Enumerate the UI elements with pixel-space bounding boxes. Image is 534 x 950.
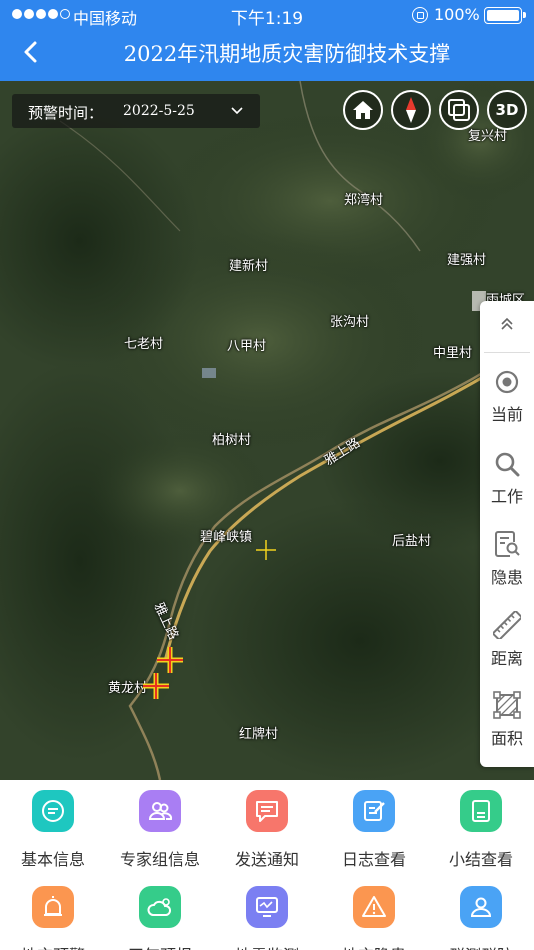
page-title: 2022年汛期地质灾害防御技术支撑 [123,42,451,66]
group-icon [139,790,181,832]
grid-label: 地灾隐患 [321,942,427,950]
grid-label: 日志查看 [341,850,406,869]
hazard-marker-icon[interactable] [141,671,171,701]
grid-item-earthquake-monitor[interactable]: 地震监测 [214,886,320,950]
place-label: 柏树村 [212,433,252,448]
grid-item-disaster-alert[interactable]: 地灾预警 [0,886,106,950]
place-label: 建强村 [447,253,487,268]
grid-label: 专家组信息 [119,850,200,869]
home-button[interactable] [343,90,383,130]
grid-item-log-view[interactable]: 日志查看 [321,790,427,870]
chevron-down-icon [231,107,243,115]
locate-icon [495,370,519,394]
grid-label: 地震监测 [214,942,320,950]
tool-label: 隐患 [490,568,523,587]
tool-label: 面积 [490,729,523,748]
layers-button[interactable] [439,90,479,130]
home-icon [353,101,373,119]
place-label: 后盐村 [392,534,432,549]
battery-percent: 100% [434,5,480,24]
compass-icon [406,97,416,123]
place-label: 红牌村 [239,727,279,742]
doc-search-icon [495,531,520,557]
compass-button[interactable] [391,90,431,130]
tool-label: 当前 [490,405,523,424]
place-label: 建新村 [229,259,269,274]
collapse-up-icon [501,317,513,330]
weather-icon [139,886,181,928]
tool-work-search[interactable]: 工作 [480,451,534,507]
rotation-lock-icon [412,7,428,23]
grid-item-mass-monitoring[interactable]: 群测群防 [428,886,534,950]
warning-date-value: 2022-5-25 [123,103,195,119]
function-grid: 基本信息 专家组信息 发送通知 日志查看 小结查看 地灾预警 天气预报 [0,780,534,950]
place-label: 七老村 [124,337,164,352]
grid-label: 天气预报 [107,942,213,950]
place-label: 郑湾村 [344,193,384,208]
warning-date-label: 预警时间： [28,104,104,122]
tool-current-location[interactable]: 当前 [480,369,534,425]
warning-date-select[interactable]: 预警时间： 2022-5-25 [12,94,260,128]
monitor-icon [246,886,288,928]
warning-icon [353,886,395,928]
message-icon [246,790,288,832]
place-label: 中里村 [433,346,473,361]
tool-distance[interactable]: 距离 [480,611,534,669]
grid-item-hazard-points[interactable]: 地灾隐患 [321,886,427,950]
divider [484,352,530,353]
map-tool-panel: 当前 工作 隐患 距离 面积 [480,301,534,767]
header: 中国移动 下午1:19 100% 2022年汛期地质灾害防御技术支撑 [0,0,534,81]
place-label: 张沟村 [330,315,370,330]
grid-item-weather[interactable]: 天气预报 [107,886,213,950]
layers-icon [448,99,470,121]
grid-item-summary-view[interactable]: 小结查看 [428,790,534,870]
chat-icon [32,790,74,832]
status-bar: 中国移动 下午1:19 100% [0,0,534,30]
grid-label: 基本信息 [20,850,85,869]
grid-label: 小结查看 [448,850,513,869]
grid-label: 地灾预警 [0,942,106,950]
people-icon [460,886,502,928]
place-label: 碧峰峡镇 [200,530,253,545]
place-label: 八甲村 [227,339,267,354]
alarm-icon [32,886,74,928]
edit-icon [353,790,395,832]
grid-item-basic-info[interactable]: 基本信息 [0,790,106,870]
summary-icon [460,790,502,832]
search-icon [495,452,520,477]
tool-hazard-search[interactable]: 隐患 [480,530,534,588]
tool-label: 工作 [490,487,523,506]
crosshair-marker-icon[interactable] [255,539,277,561]
grid-label: 群测群防 [428,942,534,950]
tool-area[interactable]: 面积 [480,691,534,749]
ruler-icon [493,611,521,639]
area-icon [493,691,521,719]
grid-item-expert-group[interactable]: 专家组信息 [107,790,213,870]
view-3d-button[interactable]: 3D [487,90,527,130]
map-terrain [0,81,534,780]
collapse-tools-button[interactable] [480,316,534,332]
battery-icon [484,7,526,24]
tool-label: 距离 [490,649,523,668]
grid-item-send-notice[interactable]: 发送通知 [214,790,320,870]
satellite-map[interactable]: 复兴村 郑湾村 建新村 建强村 雨城区 张沟村 七老村 八甲村 中里村 柏树村 … [0,81,534,780]
grid-label: 发送通知 [234,850,299,869]
